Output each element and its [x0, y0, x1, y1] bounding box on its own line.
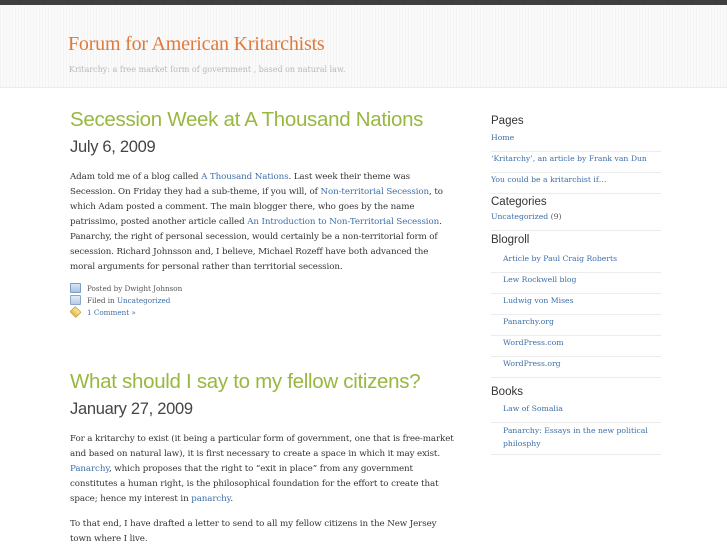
page-link[interactable]: ‘Kritarchy’, an article by Frank van Dun — [491, 154, 647, 163]
blogroll-link[interactable]: Panarchy.org — [503, 317, 554, 326]
blogroll-link[interactable]: Lew Rockwell blog — [503, 275, 576, 284]
comments-link[interactable]: 1 Comment » — [87, 308, 136, 317]
site-title[interactable]: Forum for American Kritarchists — [68, 33, 325, 56]
book-link[interactable]: Law of Somalia — [503, 404, 563, 413]
post-body: For a kritarchy to exist (it being a par… — [70, 432, 456, 547]
books-heading: Books — [491, 386, 523, 398]
sidebar: Pages Home ‘Kritarchy’, an article by Fr… — [491, 115, 661, 455]
blogroll-link[interactable]: Article by Paul Craig Roberts — [503, 254, 617, 263]
category-count: (9) — [548, 212, 562, 221]
blogroll-item[interactable]: WordPress.com — [491, 336, 661, 357]
text: , which proposes that the right to “exit… — [70, 464, 439, 504]
book-item[interactable]: Panarchy: Essays in the new political ph… — [491, 423, 661, 455]
text: Adam told me of a blog called — [70, 172, 202, 182]
blogroll-item[interactable]: WordPress.org — [491, 357, 661, 378]
blogroll-item[interactable]: Lew Rockwell blog — [491, 273, 661, 294]
comments-row: 1 Comment » — [69, 306, 450, 318]
site-header: Forum for American Kritarchists Kritarch… — [0, 5, 727, 88]
category-item: Uncategorized (9) — [491, 210, 661, 231]
post-paragraph: For a kritarchy to exist (it being a par… — [70, 432, 456, 507]
post-title[interactable]: Secession Week at A Thousand Nations — [70, 108, 450, 132]
post-2: What should I say to my fellow citizens?… — [70, 370, 456, 557]
books-list: Law of Somalia Panarchy: Essays in the n… — [491, 402, 661, 455]
post-paragraph: To that end, I have drafted a letter to … — [70, 519, 437, 544]
book-item[interactable]: Law of Somalia — [491, 402, 661, 423]
category-link-uncategorized[interactable]: Uncategorized — [491, 212, 548, 221]
category-row: Filed in Uncategorized — [70, 294, 450, 306]
post-title[interactable]: What should I say to my fellow citizens? — [70, 370, 456, 394]
blogroll-link[interactable]: Ludwig von Mises — [503, 296, 574, 305]
link-non-territorial-secession[interactable]: Non-territorial Secession — [320, 187, 429, 197]
post-meta: Posted by Dwight Johnson Filed in Uncate… — [69, 282, 450, 318]
blogroll-item[interactable]: Ludwig von Mises — [491, 294, 661, 315]
blogroll-heading: Blogroll — [491, 234, 530, 246]
post-1: Secession Week at A Thousand Nations Jul… — [69, 108, 450, 318]
blogroll-link[interactable]: WordPress.org — [503, 359, 561, 368]
blogroll-item[interactable]: Article by Paul Craig Roberts — [491, 252, 661, 273]
pages-list: Home ‘Kritarchy’, an article by Frank va… — [491, 131, 661, 194]
author-row: Posted by Dwight Johnson — [70, 282, 450, 294]
page-link[interactable]: You could be a kritarchist if… — [491, 175, 606, 184]
pages-heading: Pages — [491, 115, 524, 127]
link-panarchy-interest[interactable]: panarchy — [191, 494, 230, 504]
page-item-kritarchy-article[interactable]: ‘Kritarchy’, an article by Frank van Dun — [491, 152, 661, 173]
site-tagline: Kritarchy: a free market form of governm… — [69, 65, 346, 74]
post-body: Adam told me of a blog called A Thousand… — [70, 170, 450, 275]
page-item-kritarchist-if[interactable]: You could be a kritarchist if… — [491, 173, 661, 194]
link-panarchy[interactable]: Panarchy — [70, 464, 109, 474]
text: For a kritarchy to exist (it being a par… — [70, 434, 454, 459]
book-link[interactable]: Panarchy: Essays in the new political ph… — [503, 426, 648, 448]
categories-list: Uncategorized (9) — [491, 210, 661, 231]
post-date: January 27, 2009 — [70, 400, 193, 418]
blogroll-item[interactable]: Panarchy.org — [491, 315, 661, 336]
filed-in-label: Filed in — [87, 295, 115, 305]
category-link[interactable]: Uncategorized — [117, 296, 170, 305]
post-paragraph: Adam told me of a blog called A Thousand… — [70, 170, 450, 275]
blogroll-link[interactable]: WordPress.com — [503, 338, 564, 347]
link-introduction-non-territorial-secession[interactable]: An Introduction to Non-Territorial Seces… — [247, 217, 439, 227]
post-author: Posted by Dwight Johnson — [87, 283, 183, 293]
text: . — [230, 494, 234, 504]
categories-heading: Categories — [491, 196, 547, 208]
folder-icon — [70, 295, 81, 305]
blogroll-list: Article by Paul Craig Roberts Lew Rockwe… — [491, 252, 661, 378]
link-a-thousand-nations[interactable]: A Thousand Nations — [201, 172, 288, 182]
comment-icon — [69, 306, 82, 318]
page-item-home[interactable]: Home — [491, 131, 661, 152]
page-link[interactable]: Home — [491, 133, 514, 142]
post-date: July 6, 2009 — [70, 138, 156, 156]
user-icon — [70, 283, 81, 293]
